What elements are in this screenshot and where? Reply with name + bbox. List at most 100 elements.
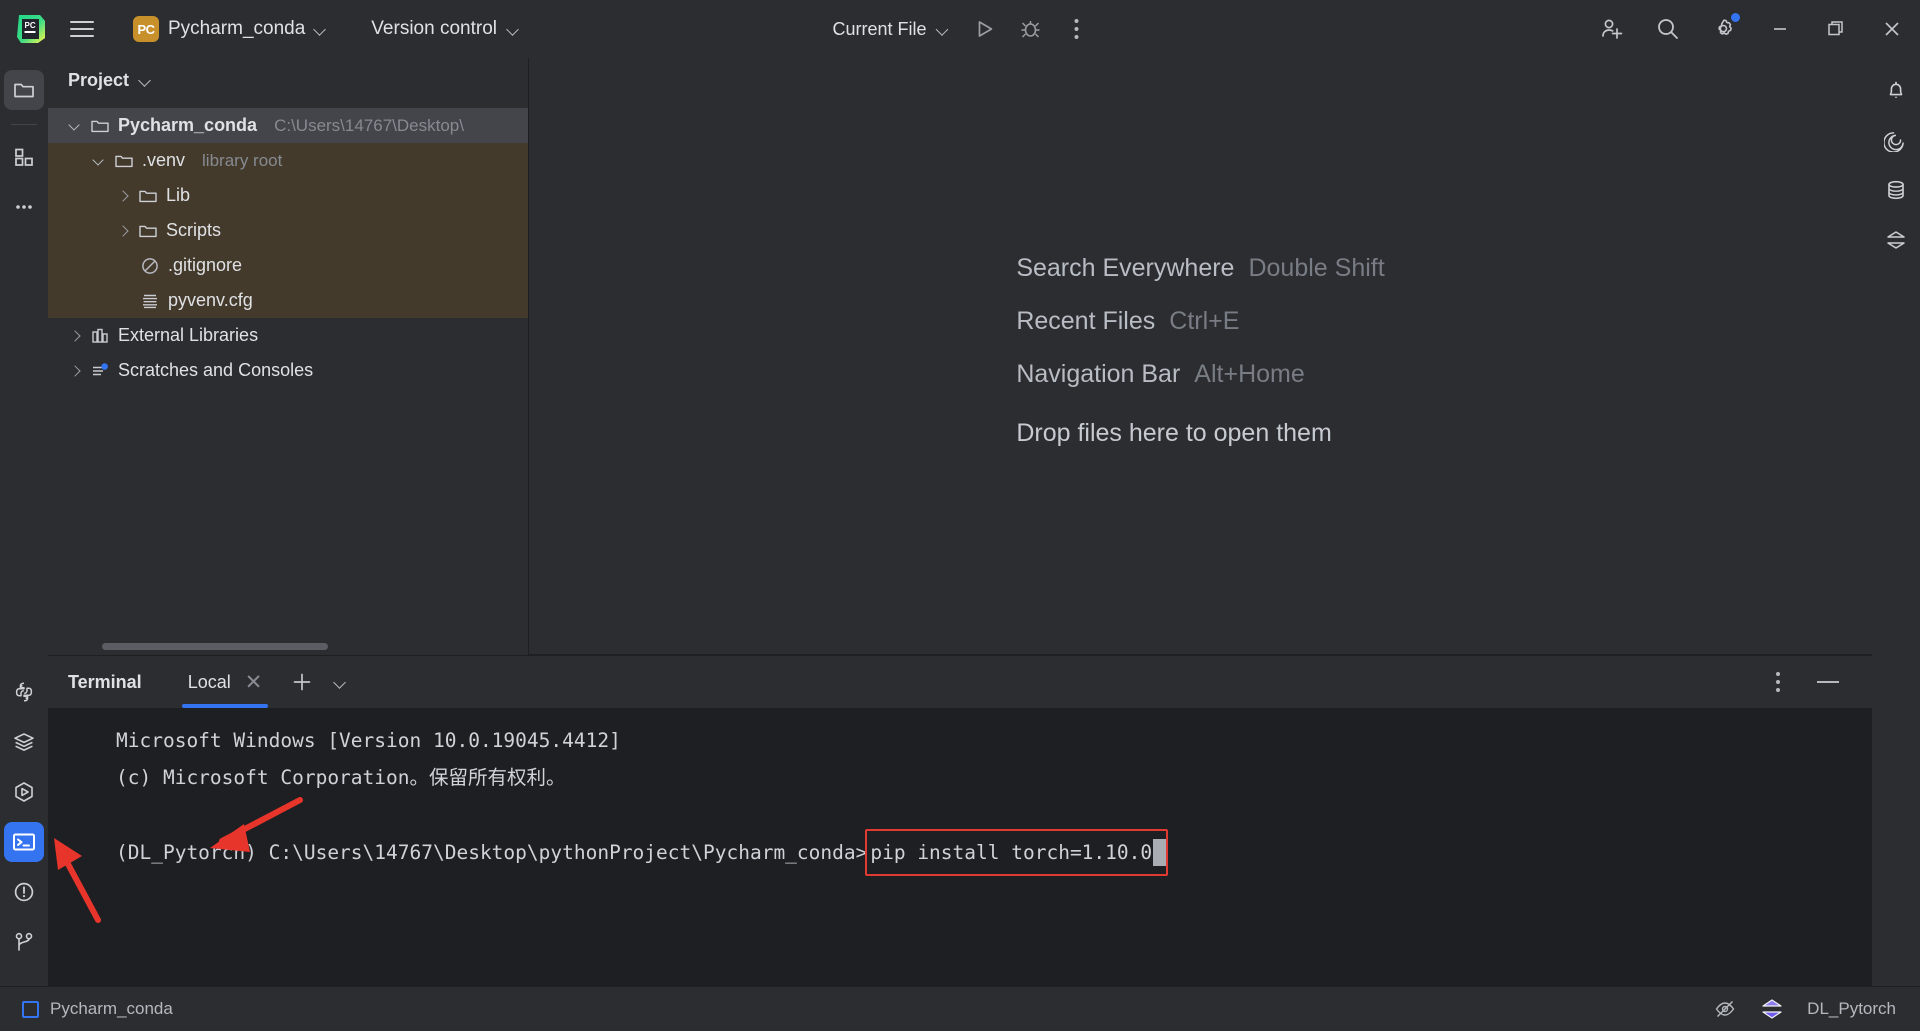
add-account-icon — [1599, 16, 1625, 42]
sidebar-item-project[interactable] — [4, 70, 44, 110]
tree-node-lib[interactable]: Lib — [48, 178, 528, 213]
run-configuration-label: Current File — [832, 19, 926, 40]
tree-node-scratches-and-consoles[interactable]: Scratches and Consoles — [48, 353, 528, 388]
sidebar-item-structure[interactable] — [4, 137, 44, 177]
version-control-branch-icon — [12, 930, 36, 954]
title-bar-left: PC PC Pycharm_conda Version control — [0, 7, 529, 51]
hint-shortcut-label: Alt+Home — [1194, 360, 1304, 389]
sidebar-item-run[interactable] — [4, 772, 44, 812]
close-icon[interactable]: ✕ — [245, 672, 263, 693]
terminal-tab-local[interactable]: Local ✕ — [182, 656, 269, 708]
sidebar-item-ai-assistant[interactable] — [1876, 120, 1916, 160]
terminal-options-button[interactable] — [1758, 662, 1798, 702]
tree-node-pycharm-conda[interactable]: Pycharm_conda C:\Users\14767\Desktop\ — [48, 108, 528, 143]
folder-icon — [90, 116, 110, 136]
run-configuration-selector[interactable]: Current File — [822, 14, 959, 45]
title-bar: PC PC Pycharm_conda Version control — [0, 0, 1920, 58]
sidebar-item-jupyter[interactable] — [1876, 220, 1916, 260]
project-tree-horizontal-scrollbar[interactable] — [102, 643, 328, 650]
notifications-bell-icon — [1884, 78, 1908, 102]
tree-node-path: C:\Users\14767\Desktop\ — [274, 116, 464, 136]
terminal-output[interactable]: Microsoft Windows [Version 10.0.19045.44… — [48, 708, 1872, 986]
terminal-header: Terminal Local ✕ — [48, 656, 1872, 708]
chevron-right-icon[interactable] — [116, 189, 130, 203]
project-name-label: Pycharm_conda — [168, 18, 305, 40]
terminal-panel-title: Terminal — [68, 672, 142, 693]
terminal-prompt-line[interactable]: (DL_Pytorch) C:\Users\14767\Desktop\pyth… — [48, 833, 1872, 872]
pycharm-window: PC PC Pycharm_conda Version control — [0, 0, 1920, 1031]
tree-node-scripts[interactable]: Scripts — [48, 213, 528, 248]
more-tool-windows-icon — [12, 195, 36, 219]
main-menu-button[interactable] — [60, 7, 104, 51]
hint-shortcut-label: Double Shift — [1248, 254, 1384, 283]
hide-terminal-button[interactable] — [1808, 662, 1848, 702]
hint-action-label: Navigation Bar — [1016, 360, 1180, 389]
python-packages-icon — [12, 680, 36, 704]
interpreter-jupyter-icon-wrap[interactable] — [1759, 996, 1785, 1022]
minimize-window-button[interactable] — [1752, 0, 1808, 58]
tree-node-label: .venv — [142, 150, 185, 171]
terminal-blank-line — [48, 796, 1872, 833]
tree-node-pyvenv-cfg[interactable]: pyvenv.cfg — [48, 283, 528, 318]
sidebar-item-version-control[interactable] — [4, 922, 44, 962]
terminal-tab-label: Local — [188, 672, 231, 693]
hide-widgets-button[interactable] — [1713, 997, 1737, 1021]
add-account-button[interactable] — [1584, 0, 1640, 58]
chevron-right-icon[interactable] — [68, 364, 82, 378]
sidebar-item-python-packages[interactable] — [4, 672, 44, 712]
right-tool-window-bar — [1872, 58, 1920, 986]
hint-search-everywhere: Search Everywhere Double Shift — [1016, 254, 1384, 283]
tree-node-venv[interactable]: .venv library root — [48, 143, 528, 178]
tree-node-label: Scratches and Consoles — [118, 360, 313, 381]
project-badge: PC — [133, 16, 159, 42]
database-icon — [1884, 178, 1908, 202]
sidebar-divider — [11, 124, 37, 125]
sidebar-item-terminal[interactable] — [4, 822, 44, 862]
tree-node-external-libraries[interactable]: External Libraries — [48, 318, 528, 353]
tree-node-gitignore[interactable]: .gitignore — [48, 248, 528, 283]
maximize-window-button[interactable] — [1808, 0, 1864, 58]
hint-navigation-bar: Navigation Bar Alt+Home — [1016, 360, 1384, 389]
terminal-tab-list-button[interactable] — [322, 662, 358, 702]
project-tool-window: Project Pycharm_conda C:\Users\14767\Des… — [48, 58, 529, 655]
main-area: Project Pycharm_conda C:\Users\14767\Des… — [0, 58, 1920, 986]
close-icon — [1881, 18, 1903, 40]
more-actions-button[interactable] — [1056, 8, 1098, 50]
sidebar-item-notifications[interactable] — [1876, 70, 1916, 110]
run-hexagon-icon — [12, 780, 36, 804]
project-panel-title: Project — [68, 70, 129, 91]
search-button[interactable] — [1640, 0, 1696, 58]
version-control-label: Version control — [371, 18, 497, 40]
status-bar-left[interactable]: Pycharm_conda — [22, 999, 173, 1019]
hamburger-line — [70, 35, 94, 37]
version-control-widget[interactable]: Version control — [362, 13, 529, 45]
run-button[interactable] — [964, 8, 1006, 50]
status-interpreter-label[interactable]: DL_Pytorch — [1807, 999, 1896, 1019]
chevron-down-icon[interactable] — [139, 74, 152, 87]
svg-text:PC: PC — [25, 21, 36, 30]
terminal-header-actions — [1758, 662, 1872, 702]
settings-button[interactable] — [1696, 0, 1752, 58]
new-terminal-tab-button[interactable] — [282, 662, 322, 702]
sidebar-item-problems[interactable] — [4, 872, 44, 912]
chevron-right-icon[interactable] — [68, 329, 82, 343]
scratches-icon — [90, 361, 110, 381]
maximize-icon — [1825, 18, 1847, 40]
close-window-button[interactable] — [1864, 0, 1920, 58]
project-tree[interactable]: Pycharm_conda C:\Users\14767\Desktop\ .v… — [48, 102, 528, 655]
chevron-down-icon[interactable] — [92, 154, 106, 168]
sidebar-item-services[interactable] — [4, 722, 44, 762]
settings-notification-dot — [1730, 12, 1741, 23]
chevron-down-icon[interactable] — [68, 119, 82, 133]
upper-area: Project Pycharm_conda C:\Users\14767\Des… — [48, 58, 1872, 655]
project-widget[interactable]: PC Pycharm_conda — [124, 11, 336, 47]
chevron-down-icon — [334, 676, 347, 689]
eye-crossed-icon — [1713, 997, 1737, 1021]
sidebar-item-database[interactable] — [1876, 170, 1916, 210]
tree-node-label: External Libraries — [118, 325, 258, 346]
debug-button[interactable] — [1010, 8, 1052, 50]
terminal-command-text: pip install torch=1.10.0 — [870, 834, 1152, 871]
chevron-right-icon[interactable] — [116, 224, 130, 238]
sidebar-item-more-tool-windows[interactable] — [4, 187, 44, 227]
jupyter-icon — [1884, 228, 1908, 252]
